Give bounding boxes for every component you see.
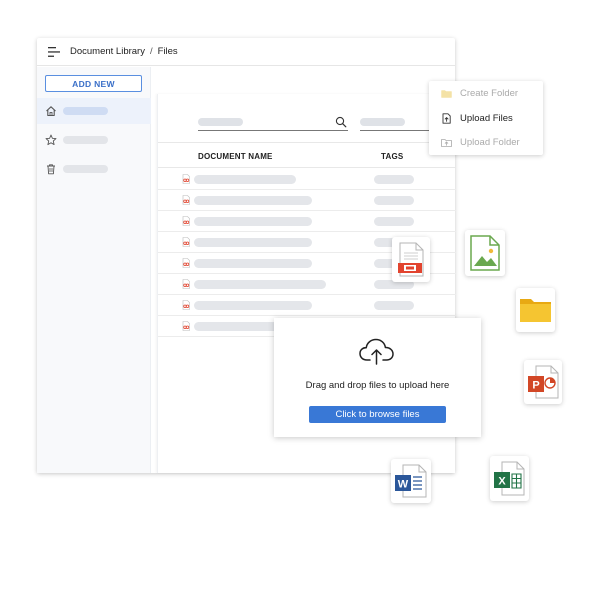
sidebar-item-home[interactable]	[37, 98, 151, 124]
menu-item-upload-folder[interactable]: Upload Folder	[429, 130, 543, 154]
sidebar-item-starred[interactable]	[37, 127, 151, 153]
pdf-icon	[182, 279, 190, 289]
word-file-icon: W	[395, 464, 427, 498]
powerpoint-file-card: P	[524, 360, 562, 404]
image-file-icon	[470, 235, 500, 271]
drop-zone-message: Drag and drop files to upload here	[305, 380, 450, 391]
excel-file-card: X	[490, 456, 529, 501]
cloud-upload-icon	[359, 338, 394, 365]
sidebar: ADD NEW	[37, 67, 151, 473]
search-input[interactable]	[198, 115, 348, 131]
column-header-document-name[interactable]: DOCUMENT NAME	[198, 152, 273, 161]
pdf-icon	[182, 321, 190, 331]
breadcrumb-separator: /	[149, 46, 153, 57]
table-row[interactable]	[158, 190, 456, 211]
tag-placeholder	[374, 217, 414, 226]
trash-icon	[47, 164, 55, 175]
breadcrumb-item-library[interactable]: Document Library	[70, 46, 145, 57]
menu-item-label: Upload Folder	[460, 136, 520, 148]
pdf-icon	[182, 174, 190, 184]
upload-dialog[interactable]: Drag and drop files to upload here Click…	[274, 318, 481, 437]
column-header-tags[interactable]: TAGS	[381, 152, 403, 161]
table-header: DOCUMENT NAME TAGS	[158, 142, 456, 168]
document-name-placeholder	[194, 259, 312, 268]
document-name-placeholder	[194, 217, 312, 226]
svg-text:X: X	[498, 476, 506, 488]
breadcrumb: Document Library / Files	[70, 46, 178, 57]
folder-file-icon	[520, 299, 551, 322]
search-icon[interactable]	[335, 116, 347, 128]
filter-placeholder	[360, 118, 405, 126]
folder-file-card	[516, 288, 555, 332]
pdf-file-card	[392, 237, 430, 282]
document-name-placeholder	[194, 175, 296, 184]
pdf-icon	[182, 195, 190, 205]
document-name-placeholder	[194, 301, 312, 310]
browse-files-button[interactable]: Click to browse files	[309, 406, 446, 423]
search-placeholder	[198, 118, 243, 126]
document-name-placeholder	[194, 238, 312, 247]
pdf-icon	[182, 258, 190, 268]
breadcrumb-item-files[interactable]: Files	[158, 46, 178, 57]
add-new-button[interactable]: ADD NEW	[45, 75, 142, 92]
filter-input[interactable]	[360, 115, 440, 131]
menu-item-upload-files[interactable]: Upload Files	[429, 106, 543, 130]
sidebar-item-trash[interactable]	[37, 156, 151, 182]
folder-upload-icon	[441, 138, 452, 147]
home-icon	[46, 106, 56, 117]
pdf-icon	[182, 237, 190, 247]
title-bar: Document Library / Files	[37, 38, 455, 66]
sidebar-item-label-placeholder	[63, 107, 108, 115]
tag-placeholder	[374, 175, 414, 184]
pdf-icon	[182, 216, 190, 226]
sidebar-item-label-placeholder	[63, 165, 108, 173]
pdf-file-icon	[398, 242, 424, 277]
menu-icon[interactable]	[48, 47, 60, 57]
menu-item-create-folder[interactable]: Create Folder	[429, 81, 543, 105]
pdf-icon	[182, 300, 190, 310]
sidebar-item-label-placeholder	[63, 136, 108, 144]
svg-text:P: P	[532, 380, 539, 392]
excel-file-icon: X	[494, 461, 525, 496]
folder-icon	[441, 89, 452, 98]
image-file-card	[465, 230, 505, 276]
tag-placeholder	[374, 196, 414, 205]
star-icon	[45, 134, 57, 146]
svg-text:W: W	[398, 479, 409, 491]
tag-placeholder	[374, 301, 414, 310]
menu-item-label: Upload Files	[460, 112, 513, 124]
context-menu: Create Folder Upload Files Upload Folder	[429, 81, 543, 155]
document-name-placeholder	[194, 280, 326, 289]
document-name-placeholder	[194, 196, 312, 205]
powerpoint-file-icon: P	[528, 365, 559, 399]
file-upload-icon	[442, 112, 451, 124]
table-row[interactable]	[158, 295, 456, 316]
table-row[interactable]	[158, 211, 456, 232]
table-row[interactable]	[158, 169, 456, 190]
menu-item-label: Create Folder	[460, 87, 519, 99]
word-file-card: W	[391, 459, 431, 503]
